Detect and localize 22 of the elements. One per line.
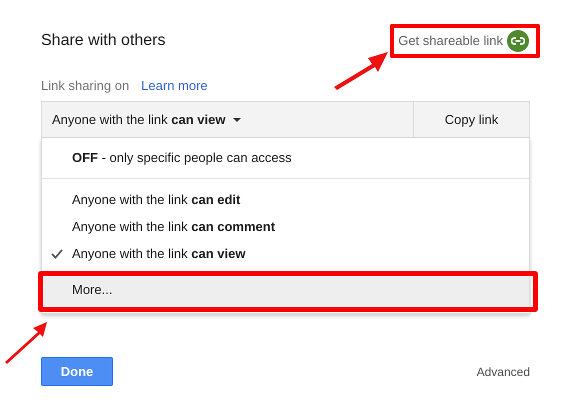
arrow	[5, 322, 47, 364]
menu-item-text: More...	[72, 281, 112, 300]
menu-item[interactable]: More...	[42, 273, 529, 307]
caret-icon	[233, 118, 242, 122]
dialog-title: Share with others	[41, 31, 166, 51]
menu-item[interactable]: OFF - only specific people can access	[42, 144, 529, 171]
advanced-link[interactable]: Advanced	[476, 362, 530, 380]
menu-item-text: Anyone with the link can comment	[72, 218, 276, 236]
arrow	[334, 52, 388, 90]
menu-item[interactable]: Anyone with the link can edit	[42, 186, 529, 213]
access-dropdown[interactable]: Anyone with the link can view	[42, 102, 414, 137]
learn-more-link[interactable]: Learn more	[141, 76, 208, 96]
menu-item-text: Anyone with the link can edit	[72, 190, 240, 209]
menu-item[interactable]: Anyone with the link can view	[42, 240, 529, 267]
menu-item-text: Anyone with the link can view	[72, 244, 246, 263]
menu-item[interactable]: Anyone with the link can comment	[42, 213, 529, 240]
link-icon	[507, 30, 529, 52]
link-sharing-label: Link sharing on	[41, 77, 130, 96]
get-shareable-link-button[interactable]: Get shareable link	[398, 30, 529, 52]
copy-link-button[interactable]: Copy link	[414, 102, 529, 137]
menu-item-text: OFF - only specific people can access	[72, 148, 292, 167]
check-icon	[51, 248, 63, 258]
